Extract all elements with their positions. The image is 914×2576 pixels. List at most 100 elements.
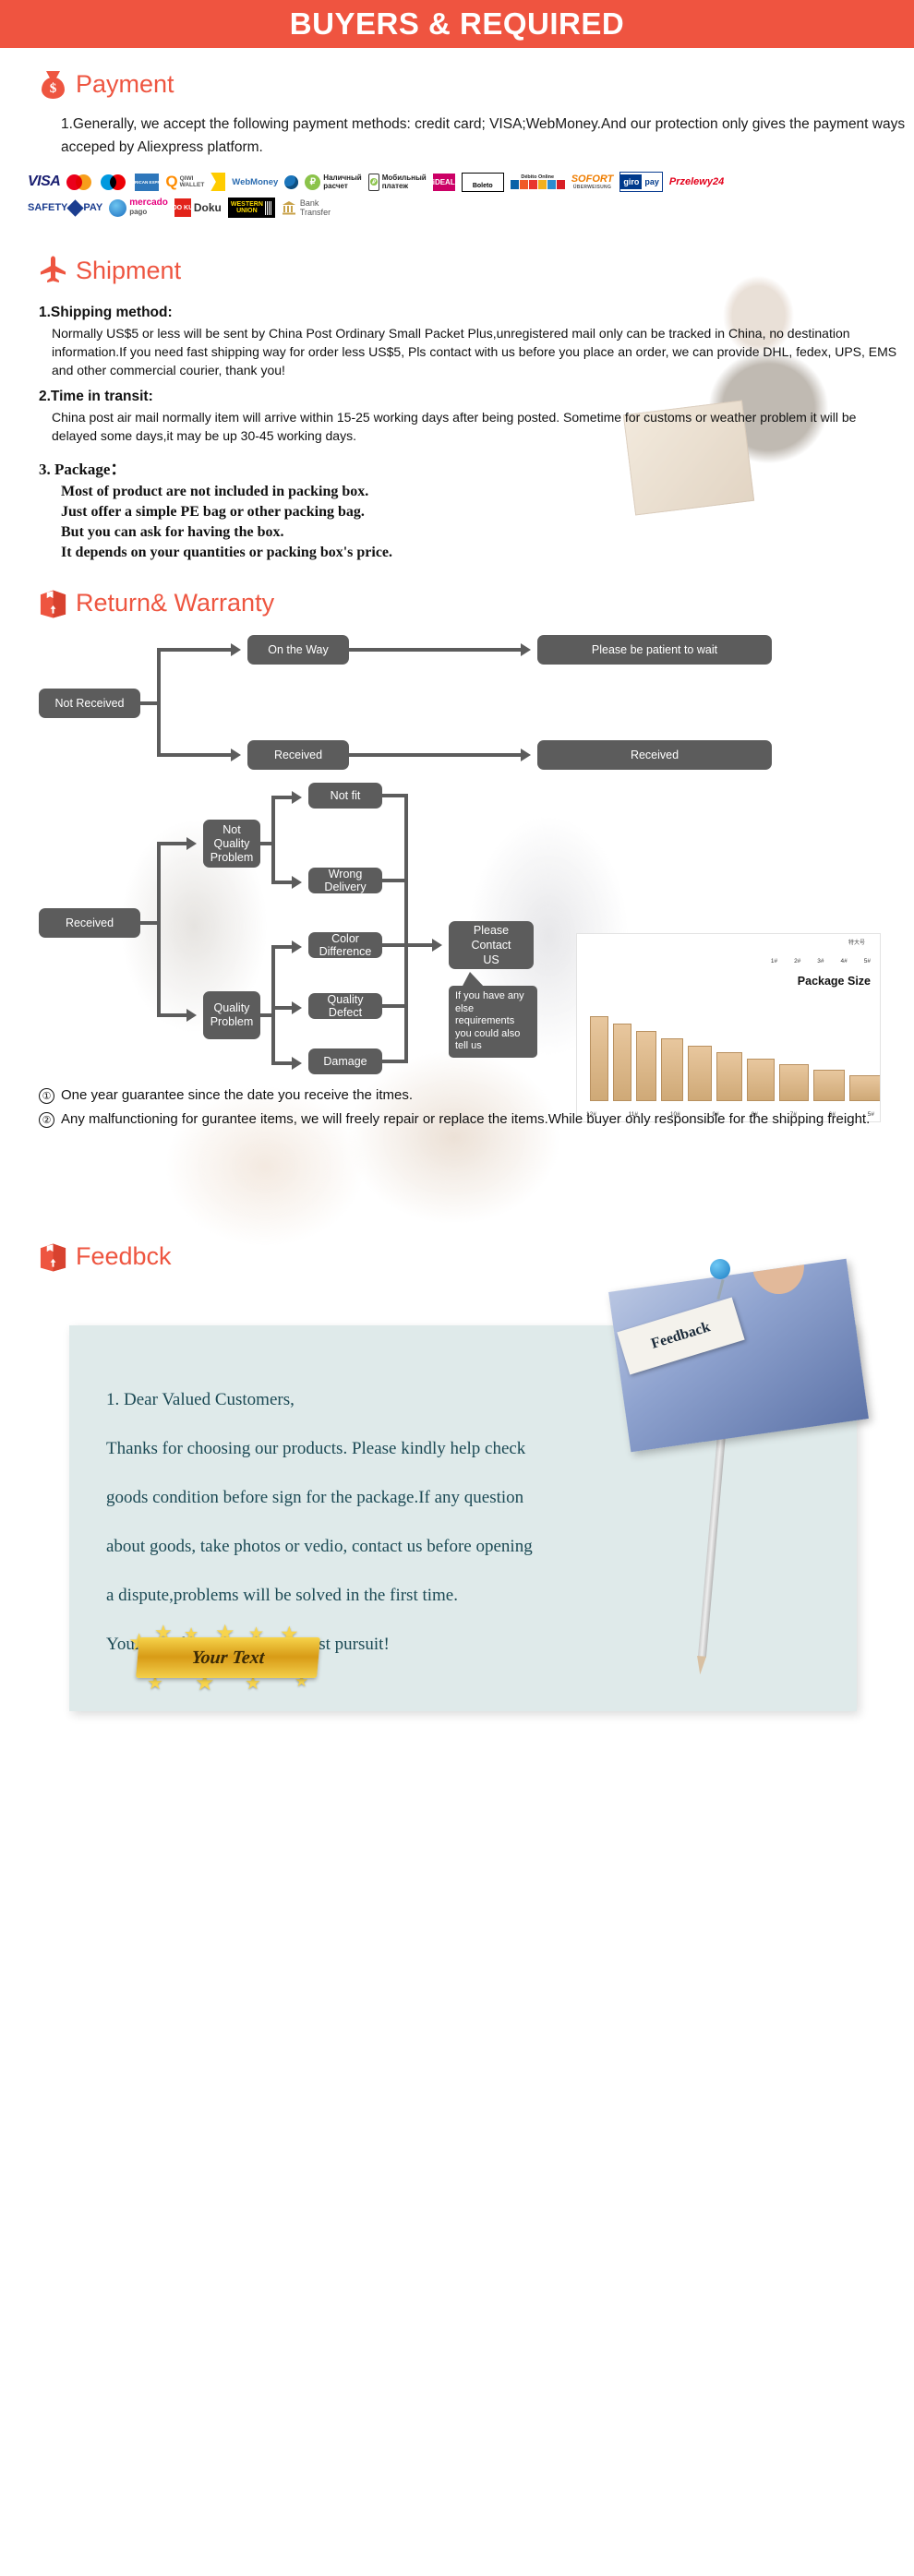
sofort-logo: SOFORT ÜBERWEISUNG xyxy=(571,172,614,192)
feedback-box-icon xyxy=(39,1240,67,1272)
giropay-label-a: giro xyxy=(620,174,643,189)
debito-online-logo: Débito Online xyxy=(510,172,565,192)
page-root: BUYERS & REQUIRED $ Payment 1.Generally,… xyxy=(0,0,914,1743)
payment-logos-row-1: VISA AMERICAN EXPRESS Q QIWI WALLET WebM… xyxy=(28,172,914,192)
airplane-icon xyxy=(39,255,67,286)
flow2-node-received: Received xyxy=(39,908,140,938)
flow2-node-not-quality-problem: Not Quality Problem xyxy=(203,820,260,868)
qiwi-q-glyph: Q xyxy=(165,173,178,190)
mastercard-logo xyxy=(66,172,94,192)
safetypay-label-b: PAY xyxy=(83,202,103,213)
package-heading: 3. Package： xyxy=(39,461,126,478)
flow1-node-please-wait: Please be patient to wait xyxy=(537,635,772,665)
pkg-num-4: 4# xyxy=(840,958,848,965)
guarantee-text: One year guarantee since the date you re… xyxy=(61,1087,414,1103)
flow1-node-not-received: Not Received xyxy=(39,689,140,718)
safetypay-logo: SAFETY PAY xyxy=(28,198,102,218)
webmoney-logo: WebMoney xyxy=(232,176,279,187)
flow2-node-not-fit: Not fit xyxy=(308,783,382,809)
feedback-body: Feedback 1. Dear Valued Customers, Thank… xyxy=(0,1258,914,1711)
bank-building-icon xyxy=(282,200,296,215)
amex-logo: AMERICAN EXPRESS xyxy=(126,173,169,191)
sofort-sub-label: ÜBERWEISUNG xyxy=(572,185,612,190)
cash-label-line2: расчет xyxy=(323,182,348,190)
pkg-num-1: 1# xyxy=(770,958,778,965)
your-text-ribbon: ★ ★ ★ ★ ★ ★ ★ ★ ★ ★ Your Text xyxy=(126,1621,330,1695)
flow1-node-received: Received xyxy=(247,740,349,770)
sofort-label: SOFORT xyxy=(571,174,614,185)
shipping-method-heading: 1.Shipping method: xyxy=(39,305,173,320)
return-box-icon xyxy=(39,587,67,618)
qiwi-wallet-label: WALLET xyxy=(179,182,205,188)
ideal-logo: iDEAL xyxy=(432,173,455,191)
package-text: Most of product are not included in pack… xyxy=(61,484,393,560)
doku-label: Doku xyxy=(193,201,222,214)
boleto-label: Boleto xyxy=(472,183,493,189)
flow2-node-damage: Damage xyxy=(308,1048,382,1074)
safetypay-label-a: SAFETY xyxy=(28,202,68,213)
pkg-num-2: 2# xyxy=(794,958,801,965)
feedback-title: Feedbck xyxy=(76,1241,172,1270)
western-union-logo: WESTERN UNION xyxy=(227,198,275,218)
bank-transfer-logo: Bank Transfer xyxy=(282,198,331,218)
package-size-label: Package Size xyxy=(797,975,871,988)
mobile-label-line2: платеж xyxy=(381,182,409,190)
doku-logo: DO KU Doku xyxy=(173,198,222,218)
mercadopago-logo: mercado pago xyxy=(109,198,168,218)
shipment-section: Shipment 1.Shipping method: Normally US$… xyxy=(0,255,914,1122)
qiwi-name: QIWI xyxy=(179,175,194,182)
shipment-section-header: Shipment xyxy=(0,255,914,286)
pkg-num-5: 5# xyxy=(863,958,871,965)
time-in-transit-heading: 2.Time in transit: xyxy=(39,389,153,404)
flow2-node-quality-problem: Quality Problem xyxy=(203,991,260,1039)
payment-logos-row-2: SAFETY PAY mercado pago DO KU Doku WESTE… xyxy=(28,198,914,218)
wu-label-line2: UNION xyxy=(236,208,258,214)
pago-label: pago xyxy=(129,208,148,216)
bank-label-line2: Transfer xyxy=(299,208,331,217)
page-banner: BUYERS & REQUIRED xyxy=(0,0,914,48)
payment-body-text: 1.Generally, we accept the following pay… xyxy=(61,116,906,155)
payment-logos: VISA AMERICAN EXPRESS Q QIWI WALLET WebM… xyxy=(0,159,914,218)
guarantee-item: ② Any malfunctioning for gurantee items,… xyxy=(39,1109,914,1130)
bank-label-line1: Bank xyxy=(299,198,319,208)
payment-section-header: $ Payment xyxy=(0,68,914,100)
maestro-logo xyxy=(101,172,128,192)
giropay-logo: giro pay xyxy=(619,172,663,192)
pushpin-icon xyxy=(710,1259,734,1300)
guarantee-list: ① One year guarantee since the date you … xyxy=(0,1085,914,1130)
mobile-label-line1: Мобильный xyxy=(381,174,427,182)
pkg-num-3: 3# xyxy=(817,958,824,965)
ribbon-text: Your Text xyxy=(190,1647,266,1668)
package-top-label: 特大号 xyxy=(848,941,865,946)
feedback-card-text: Feedback xyxy=(649,1319,713,1352)
giropay-label-b: pay xyxy=(642,174,662,189)
flow1-node-received-result: Received xyxy=(537,740,772,770)
guarantee-number: ① xyxy=(39,1088,54,1104)
guarantee-item: ① One year guarantee since the date you … xyxy=(39,1085,914,1106)
doku-square: DO KU xyxy=(173,198,193,217)
boleto-logo: Boleto xyxy=(461,172,504,192)
qiwi-wallet-logo: Q QIWI WALLET xyxy=(165,172,204,192)
feedback-photo: Feedback xyxy=(608,1258,869,1453)
flow2-node-quality-defect: Quality Defect xyxy=(308,993,382,1019)
return-warranty-section-header: Return& Warranty xyxy=(0,587,914,618)
payment-title: Payment xyxy=(76,69,174,98)
cash-label-line1: Наличный xyxy=(323,174,362,182)
cash-payment-logo: ₽ Наличный расчет xyxy=(305,172,362,192)
wu-label-line1: WESTERN xyxy=(230,201,263,208)
package-box-number-row: 1# 2# 3# 4# 5# xyxy=(590,958,871,965)
shipment-body: 1.Shipping method: Normally US$5 or less… xyxy=(0,286,914,563)
flow1-node-on-the-way: On the Way xyxy=(247,635,349,665)
shipping-method-text: Normally US$5 or less will be sent by Ch… xyxy=(52,326,897,377)
banner-title: BUYERS & REQUIRED xyxy=(289,6,625,41)
guarantee-text: Any malfunctioning for gurantee items, w… xyxy=(61,1111,871,1127)
webmoney-globe-icon xyxy=(284,172,299,192)
time-in-transit-text: China post air mail normally item will a… xyxy=(52,410,857,443)
shipment-title: Shipment xyxy=(76,256,182,284)
guarantee-number: ② xyxy=(39,1112,54,1128)
